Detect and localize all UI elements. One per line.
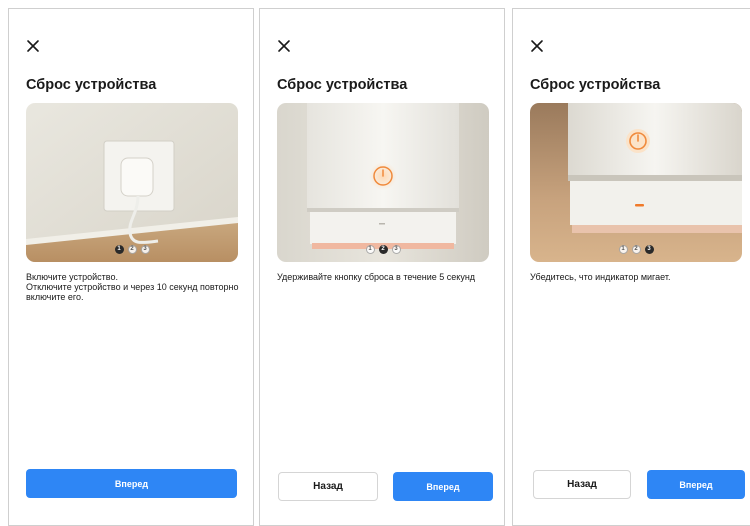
back-button[interactable]: Назад — [278, 472, 378, 501]
step-illustration-power-button: 1 2 3 — [277, 103, 489, 262]
step-dot: 3 — [140, 245, 150, 254]
step-dot: 2 — [378, 245, 388, 254]
step-description: Убедитесь, что индикатор мигает. — [530, 272, 745, 282]
next-button[interactable]: Вперед — [647, 470, 745, 499]
step-dot: 2 — [127, 245, 137, 254]
description-line: Удерживайте кнопку сброса в течение 5 се… — [277, 272, 476, 282]
step-description: Включите устройство. Отключите устройств… — [26, 272, 241, 302]
step-dot: 3 — [644, 245, 654, 254]
description-line: Убедитесь, что индикатор мигает. — [530, 272, 671, 282]
step-indicator: 1 2 3 — [530, 245, 742, 254]
close-icon[interactable] — [530, 39, 544, 53]
step-illustration-plug: 1 2 3 — [26, 103, 238, 262]
page-title: Сброс устройства — [530, 77, 661, 93]
step-dot: 2 — [631, 245, 641, 254]
next-button[interactable]: Вперед — [393, 472, 493, 501]
step-dot: 1 — [365, 245, 375, 254]
reset-panel-step-1: Сброс устройства 1 2 3 Включите устройст… — [8, 8, 254, 526]
step-indicator: 1 2 3 — [277, 245, 489, 254]
step-dot: 1 — [618, 245, 628, 254]
reset-panel-step-3: Сброс устройства 1 2 3 Убедитесь, что ин… — [512, 8, 750, 526]
next-button[interactable]: Вперед — [26, 469, 237, 498]
step-dot: 1 — [114, 245, 124, 254]
back-button[interactable]: Назад — [533, 470, 631, 499]
step-illustration-indicator: 1 2 3 — [530, 103, 742, 262]
page-title: Сброс устройства — [277, 77, 408, 93]
page-title: Сброс устройства — [26, 77, 157, 93]
close-icon[interactable] — [277, 39, 291, 53]
description-line: Отключите устройство и через 10 секунд п… — [26, 282, 239, 302]
step-indicator: 1 2 3 — [26, 245, 238, 254]
close-icon[interactable] — [26, 39, 40, 53]
step-description: Удерживайте кнопку сброса в течение 5 се… — [277, 272, 492, 282]
step-dot: 3 — [391, 245, 401, 254]
description-line: Включите устройство. — [26, 272, 118, 282]
reset-panel-step-2: Сброс устройства 1 2 3 Удерживайте кнопк… — [259, 8, 505, 526]
